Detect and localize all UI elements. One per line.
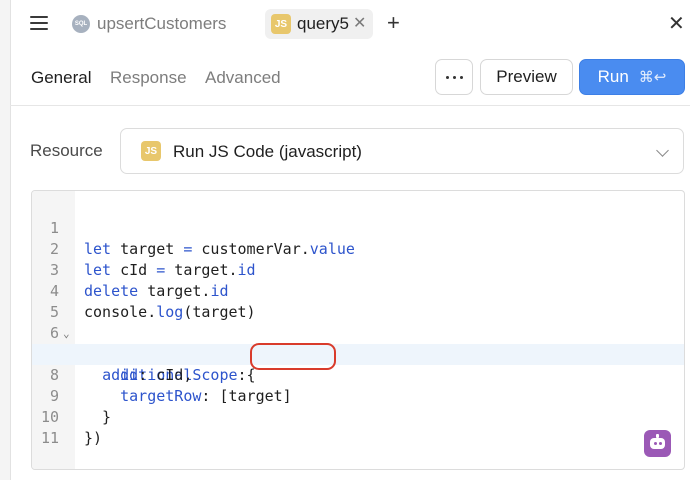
tab-query5[interactable]: JS query5 ✕ bbox=[265, 9, 373, 39]
code-line: 11 bbox=[32, 407, 684, 447]
ellipsis-icon bbox=[445, 75, 449, 79]
resource-value: Run JS Code (javascript) bbox=[173, 142, 362, 161]
code-line: 1 let target = customerVar.value bbox=[32, 197, 684, 258]
code-line-active: 8 targetRow: [target] bbox=[32, 344, 684, 405]
code-line: 3 delete target.id bbox=[32, 239, 684, 300]
tab-upsert-customers[interactable]: SQL upsertCustomers bbox=[68, 9, 230, 39]
js-resource-icon: JS bbox=[141, 141, 161, 161]
preview-button[interactable]: Preview bbox=[480, 59, 573, 95]
code-editor[interactable]: 1 let target = customerVar.value 2 let c… bbox=[31, 190, 685, 470]
code-line: 2 let cId = target.id bbox=[32, 218, 684, 279]
code-line: 9 } bbox=[32, 365, 684, 426]
code-line: 10 }) bbox=[32, 386, 684, 447]
annotation-highlight-box bbox=[250, 343, 336, 370]
close-tab-icon[interactable]: ✕ bbox=[353, 16, 366, 32]
js-resource-icon: JS bbox=[271, 14, 291, 34]
run-shortcut-hint: ⌘↩ bbox=[638, 69, 667, 86]
ai-assistant-icon[interactable] bbox=[644, 430, 671, 457]
tab-label: query5 bbox=[297, 14, 349, 33]
code-line: 5 ⌄ await upsertCustomers.trigger({ bbox=[32, 281, 684, 363]
tab-general[interactable]: General bbox=[31, 68, 91, 88]
run-label: Run bbox=[597, 67, 629, 86]
close-panel-icon[interactable]: ✕ bbox=[668, 10, 685, 38]
run-button[interactable]: Run ⌘↩ bbox=[579, 59, 685, 95]
resource-label: Resource bbox=[30, 141, 103, 160]
tab-advanced[interactable]: Advanced bbox=[205, 68, 281, 88]
code-text: }) bbox=[84, 429, 103, 447]
preview-label: Preview bbox=[496, 67, 557, 86]
tab-response[interactable]: Response bbox=[110, 68, 187, 88]
code-line: 7 id: cId, bbox=[32, 323, 684, 384]
query-tab-bar: SQL upsertCustomers JS query5 ✕ + ✕ bbox=[10, 0, 690, 48]
more-options-button[interactable] bbox=[435, 59, 473, 95]
chevron-down-icon bbox=[656, 144, 669, 157]
code-line: 6 ⌄ additionalScope:{ bbox=[32, 302, 684, 384]
hamburger-menu-icon[interactable] bbox=[30, 14, 48, 32]
code-line: 4 console.log(target) bbox=[32, 260, 684, 321]
sql-resource-icon: SQL bbox=[72, 15, 90, 33]
query-subnav: General Response Advanced Preview Run ⌘↩ bbox=[10, 48, 690, 106]
resource-select[interactable]: JS Run JS Code (javascript) bbox=[120, 128, 684, 174]
add-tab-icon[interactable]: + bbox=[387, 9, 400, 37]
tab-label: upsertCustomers bbox=[97, 14, 227, 33]
line-number: 11 bbox=[40, 429, 59, 447]
